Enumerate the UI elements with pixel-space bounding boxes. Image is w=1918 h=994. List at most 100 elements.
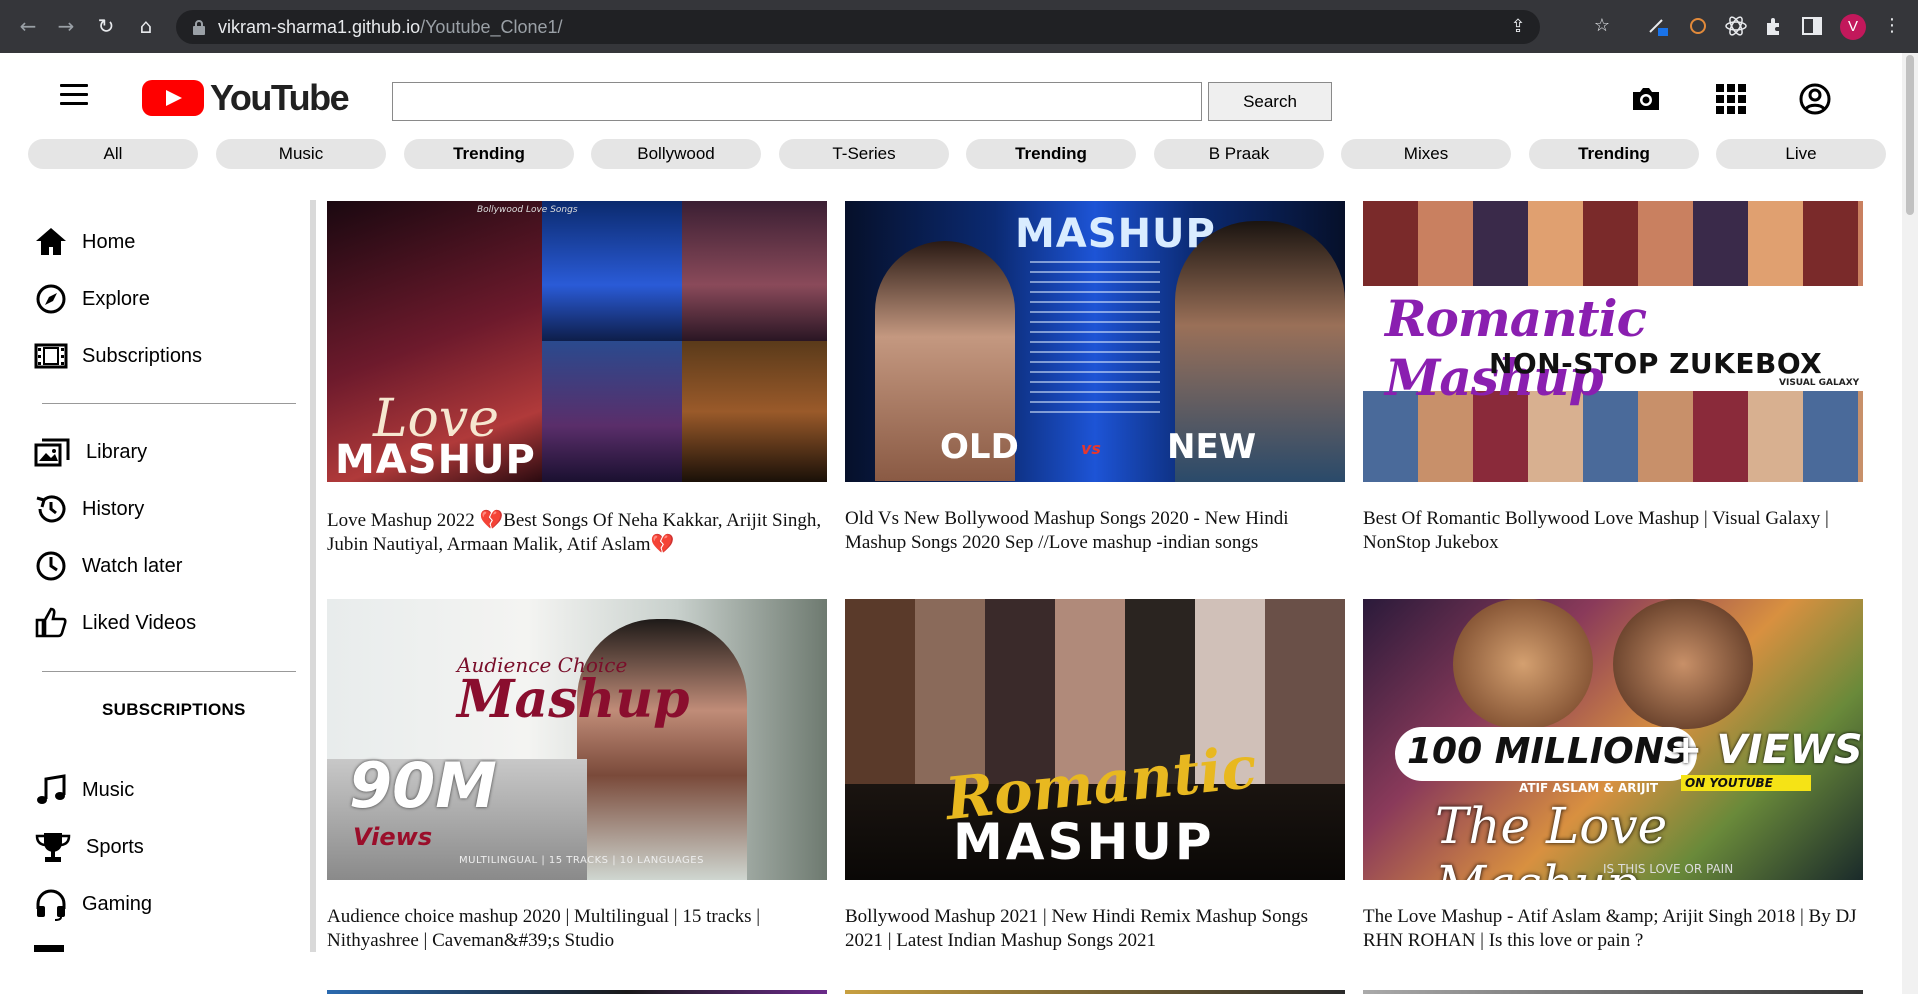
side-panel-icon[interactable]: [1800, 14, 1824, 38]
video-thumbnail-partial[interactable]: [845, 990, 1345, 994]
chip-all[interactable]: All: [28, 139, 198, 169]
thumb-text: vs: [1081, 439, 1101, 458]
hamburger-menu-icon[interactable]: [60, 84, 88, 106]
thumb-text: OLD: [940, 427, 1019, 467]
thumb-text: Mashup: [457, 669, 690, 730]
sidebar-item-sports[interactable]: Sports: [34, 829, 144, 865]
sidebar-item-label: Watch later: [82, 554, 183, 577]
thumb-figure: [1453, 599, 1593, 729]
sidebar-item-music[interactable]: Music: [34, 772, 134, 808]
video-title[interactable]: Bollywood Mashup 2021 | New Hindi Remix …: [845, 905, 1345, 953]
page-scrollbar-thumb[interactable]: [1906, 55, 1914, 215]
sidebar-item-history[interactable]: History: [34, 491, 144, 527]
extension-pen-icon[interactable]: [1646, 14, 1670, 38]
thumb-tracklist: [1030, 261, 1160, 421]
thumb-text: ON YOUTUBE: [1685, 776, 1773, 790]
youtube-wordmark: YouTube: [210, 77, 350, 118]
video-thumbnail[interactable]: Romantic MASHUP: [845, 599, 1345, 880]
sidebar-item-label: Subscriptions: [82, 344, 203, 367]
video-thumbnail-partial[interactable]: [327, 990, 827, 994]
video-thumbnail[interactable]: 100 MILLIONS + VIEWS ON YOUTUBE ATIF ASL…: [1363, 599, 1863, 880]
trophy-icon: [35, 833, 71, 862]
compass-icon: [36, 284, 66, 314]
thumb-panel: [682, 341, 827, 482]
thumb-text: NON-STOP ZUKEBOX: [1489, 347, 1823, 380]
thumb-text: 90M: [349, 749, 497, 822]
thumb-text: MULTILINGUAL | 15 TRACKS | 10 LANGUAGES: [459, 855, 704, 866]
video-thumbnail-partial[interactable]: [1363, 990, 1863, 994]
browser-menu-icon[interactable]: ⋮: [1880, 14, 1904, 38]
chip-mixes[interactable]: Mixes: [1341, 139, 1511, 169]
sidebar-item-gaming[interactable]: Gaming: [34, 886, 152, 922]
sidebar-scrollbar[interactable]: [310, 200, 316, 952]
sidebar-item-label: Sports: [86, 835, 144, 858]
music-note-icon: [37, 774, 66, 804]
sidebar-item-label: Music: [82, 778, 135, 801]
sidebar-item-partial-icon: [34, 945, 64, 952]
sidebar-divider: [42, 403, 296, 404]
page-scrollbar[interactable]: [1902, 53, 1918, 994]
home-browser-icon[interactable]: ⌂: [134, 14, 158, 38]
chip-trending[interactable]: Trending: [404, 139, 574, 169]
thumb-panel: [542, 341, 682, 482]
back-arrow-icon[interactable]: ←: [16, 14, 40, 38]
chip-live[interactable]: Live: [1716, 139, 1886, 169]
profile-avatar[interactable]: V: [1840, 14, 1866, 40]
video-title[interactable]: Old Vs New Bollywood Mashup Songs 2020 -…: [845, 507, 1345, 555]
share-icon[interactable]: ⇪: [1506, 15, 1530, 39]
chip-b-praak[interactable]: B Praak: [1154, 139, 1324, 169]
thumb-text: MASHUP: [1015, 211, 1216, 257]
thumb-text: IS THIS LOVE OR PAIN: [1603, 862, 1734, 876]
video-title[interactable]: Best Of Romantic Bollywood Love Mashup |…: [1363, 507, 1863, 555]
url-path: /Youtube_Clone1/: [420, 17, 563, 37]
clock-icon: [36, 551, 66, 581]
chip-bollywood[interactable]: Bollywood: [591, 139, 761, 169]
video-title[interactable]: Audience choice mashup 2020 | Multilingu…: [327, 905, 827, 953]
sidebar-item-liked-videos[interactable]: Liked Videos: [34, 605, 196, 641]
search-input[interactable]: [392, 82, 1202, 121]
account-circle-icon[interactable]: [1798, 82, 1832, 116]
video-thumbnail[interactable]: Romantic Mashup NON-STOP ZUKEBOX VISUAL …: [1363, 201, 1863, 482]
sidebar-item-home[interactable]: Home: [34, 224, 135, 260]
bookmark-star-icon[interactable]: ☆: [1590, 14, 1614, 38]
sidebar-item-label: Explore: [82, 287, 150, 310]
thumb-text: MASHUP: [953, 813, 1215, 871]
home-icon: [36, 228, 66, 255]
camera-icon[interactable]: [1629, 82, 1663, 116]
react-atom-icon[interactable]: [1724, 14, 1748, 38]
youtube-play-icon: [142, 80, 204, 116]
extension-cat-icon[interactable]: [1686, 14, 1710, 38]
sidebar-item-label: Liked Videos: [82, 611, 197, 634]
sidebar-item-watch-later[interactable]: Watch later: [34, 548, 182, 584]
sidebar-item-label: History: [82, 497, 145, 520]
youtube-logo[interactable]: YouTube: [142, 77, 350, 118]
subscriptions-heading: SUBSCRIPTIONS: [102, 700, 246, 719]
thumb-text: VISUAL GALAXY: [1779, 378, 1860, 388]
history-icon: [36, 495, 66, 523]
video-thumbnail[interactable]: Bollywood Love Songs Love MASHUP: [327, 201, 827, 482]
sidebar-item-label: Home: [82, 230, 136, 253]
apps-grid-icon[interactable]: [1714, 82, 1748, 116]
sidebar-item-subscriptions[interactable]: Subscriptions: [34, 338, 202, 374]
video-thumbnail[interactable]: Audience Choice Mashup 90M Views MULTILI…: [327, 599, 827, 880]
video-title[interactable]: Love Mashup 2022 💔Best Songs Of Neha Kak…: [327, 509, 827, 557]
thumb-text: Views: [353, 823, 433, 851]
thumb-panel: [542, 201, 682, 341]
chip-trending[interactable]: Trending: [1529, 139, 1699, 169]
reload-icon[interactable]: ↻: [94, 14, 118, 38]
thumb-text: + VIEWS: [1669, 727, 1863, 773]
sidebar-divider: [42, 671, 296, 672]
subscriptions-icon: [34, 343, 68, 369]
video-title[interactable]: The Love Mashup - Atif Aslam &amp; Ariji…: [1363, 905, 1863, 953]
video-thumbnail[interactable]: MASHUP OLD vs NEW: [845, 201, 1345, 482]
address-bar[interactable]: vikram-sharma1.github.io/Youtube_Clone1/…: [176, 10, 1540, 44]
chip-trending[interactable]: Trending: [966, 139, 1136, 169]
puzzle-extensions-icon[interactable]: [1762, 14, 1786, 38]
forward-arrow-icon[interactable]: →: [54, 14, 78, 38]
chip-t-series[interactable]: T-Series: [779, 139, 949, 169]
chip-music[interactable]: Music: [216, 139, 386, 169]
search-button[interactable]: Search: [1208, 82, 1332, 121]
sidebar: Home Explore Subscriptions Library Histo…: [20, 200, 316, 952]
sidebar-item-explore[interactable]: Explore: [34, 281, 150, 317]
sidebar-item-library[interactable]: Library: [34, 434, 147, 470]
